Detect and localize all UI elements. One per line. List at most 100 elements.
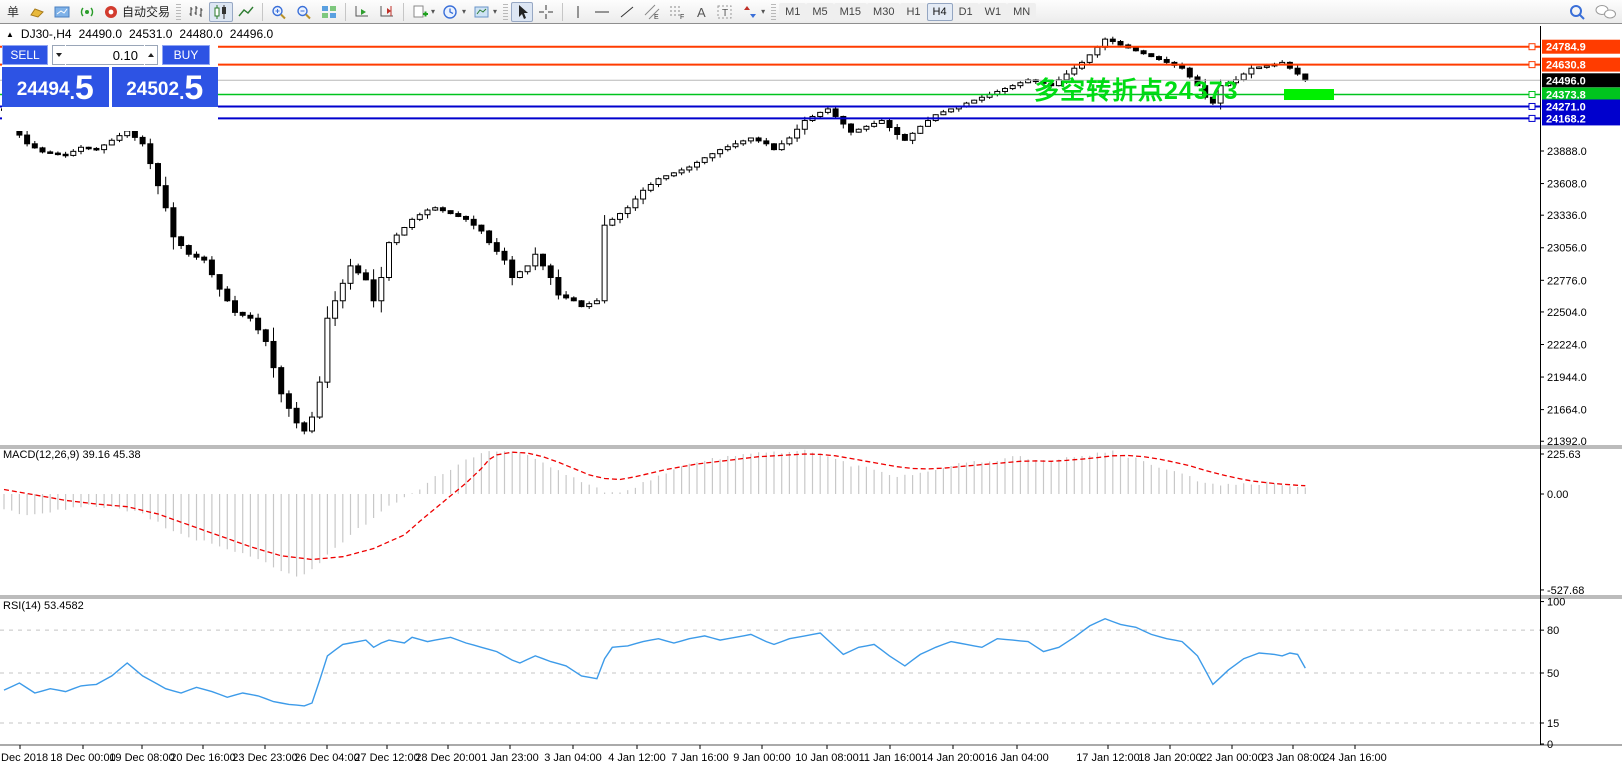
volume-increment-button[interactable]	[145, 45, 158, 65]
svg-text:23056.0: 23056.0	[1547, 243, 1587, 255]
sell-button[interactable]: SELL	[2, 45, 48, 65]
svg-text:4 Jan 12:00: 4 Jan 12:00	[608, 752, 666, 764]
timeframe-D1[interactable]: D1	[952, 2, 979, 21]
svg-text:24496.0: 24496.0	[1546, 75, 1586, 87]
fibonacci-tool-icon[interactable]: F	[665, 2, 689, 22]
toolbar: 单 自动交易 ▾ ▾ ▾ E F A T ▾ M1 M5 M15 M30 H1 …	[0, 0, 1622, 24]
svg-text:A: A	[697, 5, 706, 20]
zoom-out-icon[interactable]	[292, 2, 316, 22]
vertical-line-tool-icon[interactable]	[567, 2, 589, 22]
ohlc-open: 24490.0	[78, 27, 122, 41]
templates-button[interactable]: ▾	[470, 2, 500, 22]
line-drag-handle[interactable]	[1528, 61, 1536, 69]
autotrading-button[interactable]: 自动交易	[100, 2, 173, 22]
signal-icon[interactable]	[75, 2, 99, 22]
svg-text:24 Jan 16:00: 24 Jan 16:00	[1323, 752, 1387, 764]
timeframe-H4[interactable]: H4	[926, 2, 953, 21]
candlestick-chart-icon[interactable]	[209, 1, 234, 22]
auto-scroll-icon[interactable]	[350, 2, 374, 22]
svg-text:11 Jan 16:00: 11 Jan 16:00	[859, 752, 922, 764]
line-drag-handle[interactable]	[1528, 102, 1536, 110]
ohlc-low: 24480.0	[179, 27, 223, 41]
timeframe-M1[interactable]: M1	[779, 2, 807, 21]
svg-text:9 Jan 00:00: 9 Jan 00:00	[733, 752, 791, 764]
buy-button[interactable]: BUY	[162, 45, 210, 65]
svg-text:F: F	[680, 14, 684, 20]
svg-text:18 Jan 20:00: 18 Jan 20:00	[1138, 752, 1202, 764]
text-tool-icon[interactable]: A	[690, 2, 712, 22]
line-chart-icon[interactable]	[234, 2, 258, 22]
horizontal-line-tool-icon[interactable]	[590, 2, 614, 22]
svg-text:100: 100	[1547, 597, 1565, 609]
chart-cloud-icon[interactable]	[50, 2, 74, 22]
chart-canvas[interactable]: 24784.924630.824496.024373.824271.024168…	[0, 24, 1622, 772]
timeframe-H1[interactable]: H1	[900, 2, 927, 21]
toolbar-separator	[562, 2, 564, 21]
timeframe-M15[interactable]: M15	[833, 2, 868, 21]
bar-chart-icon[interactable]	[184, 2, 208, 22]
macd-indicator-label: MACD(12,26,9) 39.16 45.38	[3, 449, 141, 461]
svg-text:17 Jan 12:00: 17 Jan 12:00	[1076, 752, 1140, 764]
chart-shift-icon[interactable]	[375, 2, 399, 22]
price-axis: 23888.0 23608.0 23336.0 23056.0 22776.0 22504…	[1540, 146, 1587, 448]
svg-text:22224.0: 22224.0	[1547, 339, 1587, 351]
svg-text:0.00: 0.00	[1547, 489, 1568, 501]
buy-price[interactable]: 24502 . 5	[111, 67, 218, 107]
chart-title: ▲ DJ30-,H4 24490.0 24531.0 24480.0 24496…	[6, 27, 273, 41]
toolbar-grip	[503, 3, 509, 20]
search-icon[interactable]	[1564, 2, 1590, 22]
turning-point-annotation[interactable]: 多空转折点24373	[1034, 71, 1239, 107]
zoom-in-icon[interactable]	[267, 2, 291, 22]
buy-price-main: 24502	[126, 79, 180, 100]
gold-ingot-icon[interactable]	[25, 2, 49, 22]
chart-window: 24784.9 24630.8 24496.0 24373.8 24271.0 24168…	[0, 24, 1622, 772]
autotrading-label: 自动交易	[122, 5, 171, 19]
rsi-line	[3, 617, 1306, 707]
macd-panel: 225.63 0.00 -527.68	[3, 449, 1584, 597]
svg-text:7 Jan 16:00: 7 Jan 16:00	[671, 752, 729, 764]
svg-text:4 Dec 2018: 4 Dec 2018	[0, 752, 48, 764]
svg-text:23 Jan 08:00: 23 Jan 08:00	[1261, 752, 1325, 764]
highlight-zone-rect[interactable]	[1284, 89, 1334, 101]
svg-text:23 Dec 23:00: 23 Dec 23:00	[232, 752, 297, 764]
timeframe-MN[interactable]: MN	[1007, 2, 1037, 21]
timeframe-M5[interactable]: M5	[806, 2, 834, 21]
timeframe-group: M1 M5 M15 M30 H1 H4 D1 W1 MN	[779, 2, 1037, 21]
tile-windows-icon[interactable]	[317, 2, 341, 22]
trendline-tool-icon[interactable]	[615, 2, 639, 22]
line-drag-handle[interactable]	[1528, 91, 1536, 99]
svg-text:24630.8: 24630.8	[1546, 60, 1586, 72]
svg-text:19 Dec 08:00: 19 Dec 08:00	[109, 752, 174, 764]
periods-button[interactable]: ▾	[439, 2, 469, 22]
cursor-tool-icon[interactable]	[511, 1, 534, 22]
line-drag-handle[interactable]	[1528, 43, 1536, 51]
collapse-triangle-icon[interactable]: ▲	[6, 30, 14, 39]
volume-decrement-button[interactable]	[52, 45, 65, 65]
toolbar-separator	[262, 2, 264, 21]
timeframe-W1[interactable]: W1	[978, 2, 1008, 21]
ohlc-high: 24531.0	[129, 27, 173, 41]
timeframe-M30[interactable]: M30	[867, 2, 901, 21]
new-order-button[interactable]: 单	[2, 2, 24, 22]
svg-text:16 Jan 04:00: 16 Jan 04:00	[985, 752, 1049, 764]
macd-signal-line	[3, 451, 1306, 561]
svg-text:21944.0: 21944.0	[1547, 372, 1587, 384]
text-label-tool-icon[interactable]: T	[713, 2, 737, 22]
crosshair-tool-icon[interactable]	[534, 2, 558, 22]
line-drag-handle[interactable]	[1528, 114, 1536, 122]
time-axis[interactable]: 4 Dec 201818 Dec 00:0019 Dec 08:0020 Dec…	[0, 745, 1387, 764]
dropdown-caret: ▾	[462, 7, 467, 16]
increment-arrow-icon	[148, 53, 154, 57]
add-indicator-button[interactable]: ▾	[408, 2, 438, 22]
svg-text:23608.0: 23608.0	[1547, 179, 1587, 191]
volume-input[interactable]	[66, 45, 144, 65]
svg-text:50: 50	[1547, 668, 1559, 680]
arrows-tool-button[interactable]: ▾	[738, 2, 768, 22]
svg-text:0: 0	[1547, 739, 1553, 751]
channel-tool-icon[interactable]: E	[640, 2, 664, 22]
chat-icon[interactable]	[1590, 2, 1620, 22]
svg-text:20 Dec 16:00: 20 Dec 16:00	[170, 752, 235, 764]
one-click-trading-panel: SELL BUY 24494 . 5 24502 . 5	[2, 45, 218, 131]
sell-price[interactable]: 24494 . 5	[2, 67, 109, 107]
sell-price-pip: 5	[74, 69, 94, 107]
